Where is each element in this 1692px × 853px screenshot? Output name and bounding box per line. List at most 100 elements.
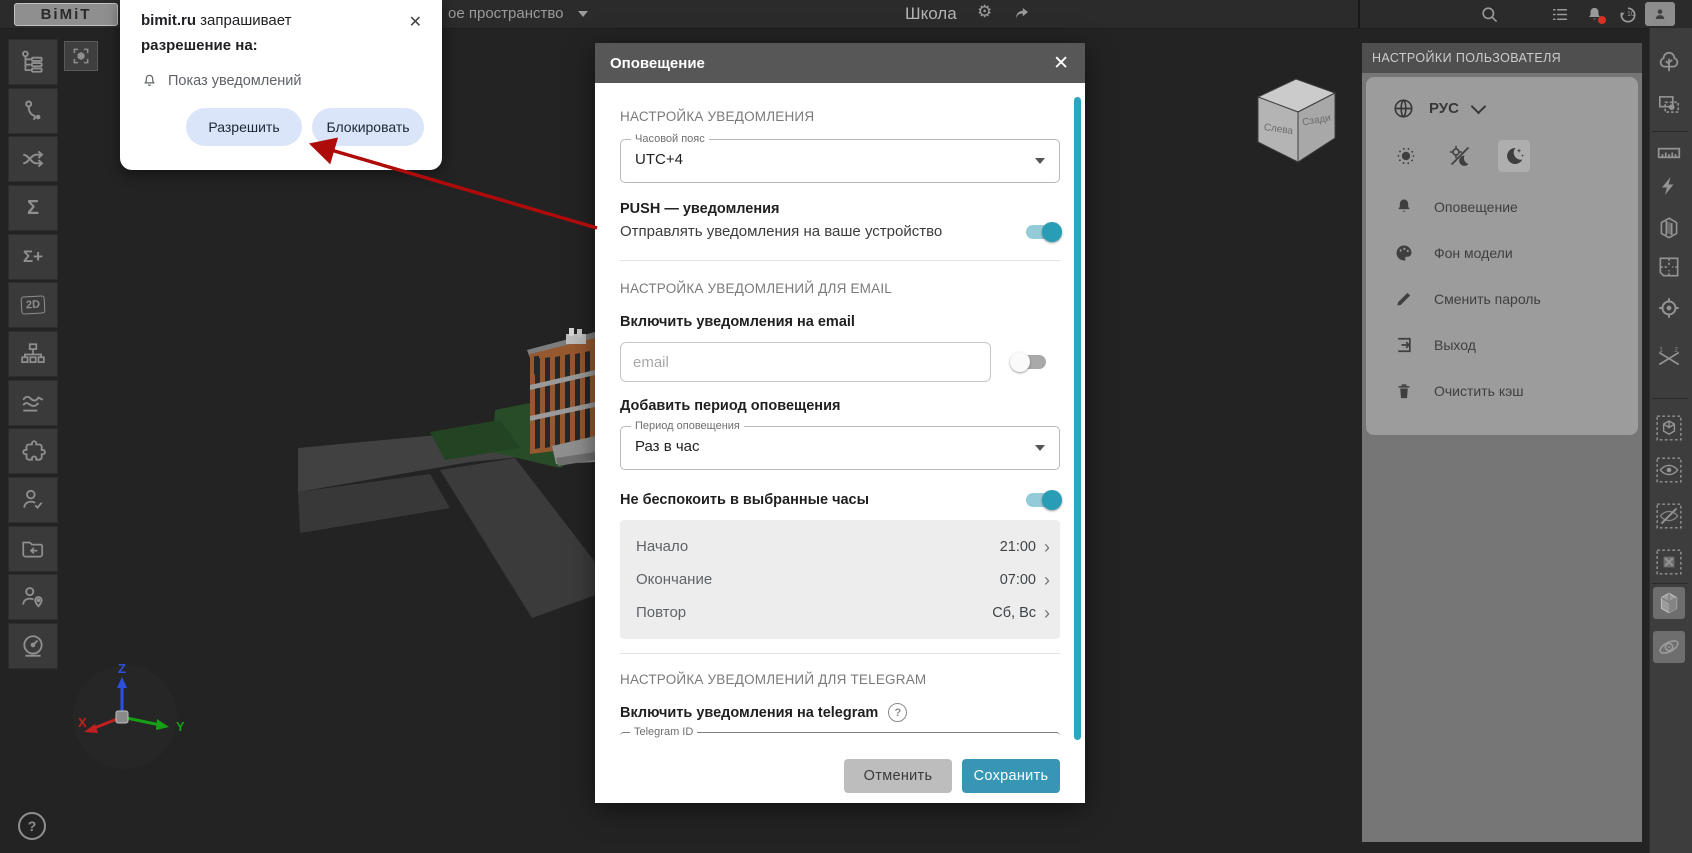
toolbar-hide-button[interactable] xyxy=(1653,500,1685,532)
user-avatar-button[interactable] xyxy=(1645,2,1675,26)
toolbar-floorplan-button[interactable] xyxy=(1653,251,1685,283)
branch-node-icon xyxy=(20,98,46,124)
sidebar-tool-user-check[interactable] xyxy=(8,477,58,523)
help-button[interactable]: ? xyxy=(18,812,46,840)
push-description: Отправлять уведомления на ваше устройств… xyxy=(620,223,942,240)
svg-text:2: 2 xyxy=(1674,347,1678,354)
navigation-cube[interactable]: Слева Сзади xyxy=(1240,70,1350,170)
sidebar-tool-plugins[interactable] xyxy=(8,428,58,474)
modal-scrollbar[interactable] xyxy=(1074,97,1081,740)
share-icon[interactable] xyxy=(1012,5,1032,23)
chevron-down-icon xyxy=(1035,445,1045,451)
menu-item-logout[interactable]: Выход xyxy=(1366,322,1638,368)
toolbar-section-box-button[interactable] xyxy=(1653,212,1685,244)
sigma-icon: Σ xyxy=(27,197,39,220)
chevron-right-icon: › xyxy=(1044,571,1050,589)
puzzle-icon xyxy=(20,438,46,464)
toolbar-divider xyxy=(1652,398,1688,399)
allow-button[interactable]: Разрешить xyxy=(186,108,302,146)
focus-selection-button[interactable] xyxy=(64,41,98,71)
theme-dark-button[interactable] xyxy=(1498,140,1530,172)
axis-y-label: Y xyxy=(176,719,185,734)
trash-icon xyxy=(1394,381,1414,401)
sidebar-tool-sigma[interactable]: Σ xyxy=(8,185,58,231)
row-value: Сб, Вс xyxy=(992,605,1036,621)
theme-auto-button[interactable] xyxy=(1444,140,1476,172)
sidebar-tool-trend-chart[interactable] xyxy=(8,380,58,426)
block-button[interactable]: Блокировать xyxy=(312,108,424,146)
dnd-repeat-row[interactable]: Повтор Сб, Вс › xyxy=(636,596,1050,629)
menu-item-clear-cache[interactable]: Очистить кэш xyxy=(1366,368,1638,414)
eye-off-icon xyxy=(1655,502,1683,530)
toolbar-shaded-view-button[interactable] xyxy=(1653,587,1685,619)
gear-icon[interactable]: ⚙ xyxy=(977,2,992,22)
dnd-end-row[interactable]: Окончание 07:00 › xyxy=(636,563,1050,596)
permission-label: Показ уведомлений xyxy=(168,73,302,89)
email-toggle[interactable] xyxy=(1012,355,1046,369)
search-icon[interactable] xyxy=(1480,5,1499,24)
list-icon[interactable] xyxy=(1550,5,1570,24)
sidebar-tool-user-location[interactable] xyxy=(8,574,58,620)
dnd-title: Не беспокоить в выбранные часы xyxy=(620,492,869,508)
tree-icon xyxy=(1656,49,1682,75)
cancel-button[interactable]: Отменить xyxy=(844,759,952,793)
history-count: 10 xyxy=(1627,11,1635,18)
sidebar-tool-structure-tree[interactable] xyxy=(8,39,58,85)
toolbar-clash-flash-button[interactable] xyxy=(1653,170,1685,202)
sidebar-tool-2d-view[interactable]: 2D xyxy=(8,282,58,328)
close-icon[interactable]: ✕ xyxy=(1053,54,1085,73)
sidebar-tool-org-chart[interactable] xyxy=(8,331,58,377)
toolbar-orbit-button[interactable] xyxy=(1653,631,1685,663)
toolbar-measure-button[interactable] xyxy=(1653,137,1685,169)
save-button[interactable]: Сохранить xyxy=(962,759,1060,793)
help-icon[interactable]: ? xyxy=(888,703,907,722)
eye-icon xyxy=(1655,456,1683,484)
shuffle-icon xyxy=(20,146,46,172)
sidebar-tool-shuffle[interactable] xyxy=(8,136,58,182)
toolbar-isolate-object-button[interactable] xyxy=(1653,412,1685,444)
sidebar-tool-sigma-plus[interactable]: Σ+ xyxy=(8,234,58,280)
toolbar-selection-sets-button[interactable] xyxy=(1653,89,1685,121)
permission-request-line2: разрешение на: xyxy=(141,37,258,54)
chevron-down-icon xyxy=(1471,99,1487,115)
browser-permission-popup: bimit.ru запрашивает разрешение на: ✕ По… xyxy=(120,0,442,170)
language-selector[interactable]: РУС xyxy=(1366,77,1638,120)
sidebar-tool-dashboard[interactable] xyxy=(8,623,58,669)
clash-lines-icon: 1 2 xyxy=(1656,345,1682,371)
push-toggle[interactable] xyxy=(1026,225,1060,239)
site-name: bimit.ru xyxy=(141,12,196,29)
toolbar-show-button[interactable] xyxy=(1653,454,1685,486)
sidebar-tool-branch[interactable] xyxy=(8,88,58,134)
toolbar-compare-button[interactable]: 1 2 xyxy=(1653,342,1685,374)
palette-icon xyxy=(1394,243,1414,263)
gauge-icon xyxy=(20,633,46,659)
toolbar-clear-selection-button[interactable] xyxy=(1653,546,1685,578)
toolbar-locate-button[interactable] xyxy=(1653,292,1685,324)
user-icon xyxy=(1652,6,1668,22)
orbit-icon xyxy=(1656,634,1682,660)
dialog-footer: Отменить Сохранить xyxy=(595,748,1085,803)
menu-item-model-background[interactable]: Фон модели xyxy=(1366,230,1638,276)
close-icon[interactable]: ✕ xyxy=(409,12,422,32)
workspace-label: ое пространство xyxy=(448,5,564,22)
solid-cube-icon xyxy=(1656,590,1682,616)
section-telegram-setup: НАСТРОЙКА УВЕДОМЛЕНИЙ ДЛЯ TELEGRAM xyxy=(620,672,1060,687)
divider xyxy=(620,653,1060,654)
user-settings-items: Оповещение Фон модели Сменить пароль xyxy=(1366,172,1638,414)
dnd-toggle[interactable] xyxy=(1026,493,1060,507)
menu-item-notifications[interactable]: Оповещение xyxy=(1366,184,1638,230)
telegram-id-field[interactable]: Telegram ID xyxy=(620,732,1060,745)
timezone-select[interactable]: Часовой пояс UTC+4 xyxy=(620,139,1060,183)
period-select[interactable]: Период оповещения Раз в час xyxy=(620,426,1060,470)
workspace-dropdown[interactable]: ое пространство xyxy=(448,5,588,22)
toolbar-environment-button[interactable] xyxy=(1653,46,1685,78)
dnd-start-row[interactable]: Начало 21:00 › xyxy=(636,530,1050,563)
axis-x-label: X xyxy=(78,715,87,730)
pencil-icon xyxy=(1394,289,1414,309)
menu-item-change-password[interactable]: Сменить пароль xyxy=(1366,276,1638,322)
theme-light-button[interactable] xyxy=(1390,140,1422,172)
email-input[interactable] xyxy=(620,342,991,382)
lightning-icon xyxy=(1657,174,1681,198)
row-value: 21:00 xyxy=(1000,539,1036,555)
sidebar-tool-folder-import[interactable] xyxy=(8,526,58,572)
